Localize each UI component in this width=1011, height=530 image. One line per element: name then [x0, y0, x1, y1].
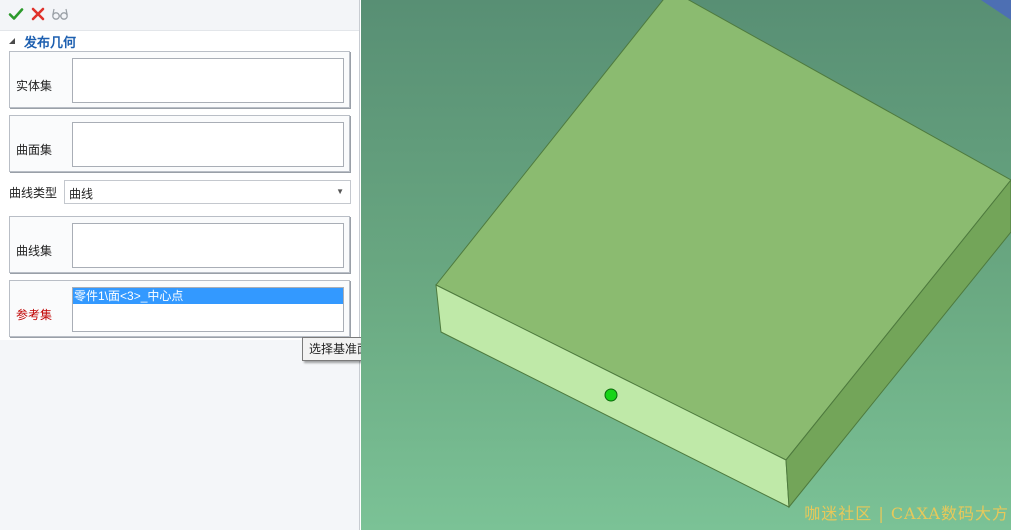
- reference-set-list[interactable]: 零件1\面<3>_中心点: [72, 287, 344, 332]
- 3d-viewport[interactable]: 咖迷社区 | CAXA数码大方: [361, 0, 1011, 530]
- surface-set-list[interactable]: [72, 122, 344, 167]
- check-icon: [8, 8, 24, 20]
- solid-set-group: 实体集: [9, 51, 350, 108]
- reference-set-group: 参考集 零件1\面<3>_中心点: [9, 280, 350, 337]
- list-item[interactable]: 零件1\面<3>_中心点: [73, 288, 343, 304]
- curve-set-label: 曲线集: [16, 244, 53, 258]
- section-title: 发布几何: [24, 34, 77, 50]
- chevron-down-icon: ▼: [336, 187, 344, 196]
- surface-set-group: 曲面集: [9, 115, 350, 172]
- watermark: 咖迷社区 | CAXA数码大方: [804, 504, 1009, 523]
- cancel-button[interactable]: [28, 4, 48, 24]
- curve-set-group: 曲线集: [9, 216, 350, 273]
- property-panel: 发布几何 实体集 曲面集 曲线类型 曲线 ▼ 曲线集 参考集 零件1\面<3>_…: [0, 0, 360, 530]
- view-cube-corner[interactable]: [981, 0, 1011, 20]
- surface-set-label: 曲面集: [16, 143, 53, 157]
- close-icon: [31, 7, 45, 21]
- center-point-marker[interactable]: [604, 388, 618, 402]
- collapse-triangle-icon: [9, 38, 15, 44]
- solid-set-label: 实体集: [16, 79, 53, 93]
- curve-type-dropdown[interactable]: 曲线 ▼: [64, 180, 351, 204]
- preview-button[interactable]: [50, 4, 70, 24]
- curve-type-label: 曲线类型: [9, 186, 58, 200]
- panel-empty-area: [0, 340, 359, 530]
- curve-type-value: 曲线: [69, 187, 94, 201]
- part-top-face[interactable]: [435, 0, 1011, 461]
- panel-toolbar: [0, 0, 359, 31]
- ok-button[interactable]: [6, 4, 26, 24]
- curve-set-list[interactable]: [72, 223, 344, 268]
- section-header[interactable]: 发布几何: [8, 32, 76, 50]
- glasses-preview-icon: [52, 8, 68, 20]
- reference-set-label: 参考集: [16, 308, 53, 322]
- solid-set-list[interactable]: [72, 58, 344, 103]
- part-model: [435, 0, 1011, 509]
